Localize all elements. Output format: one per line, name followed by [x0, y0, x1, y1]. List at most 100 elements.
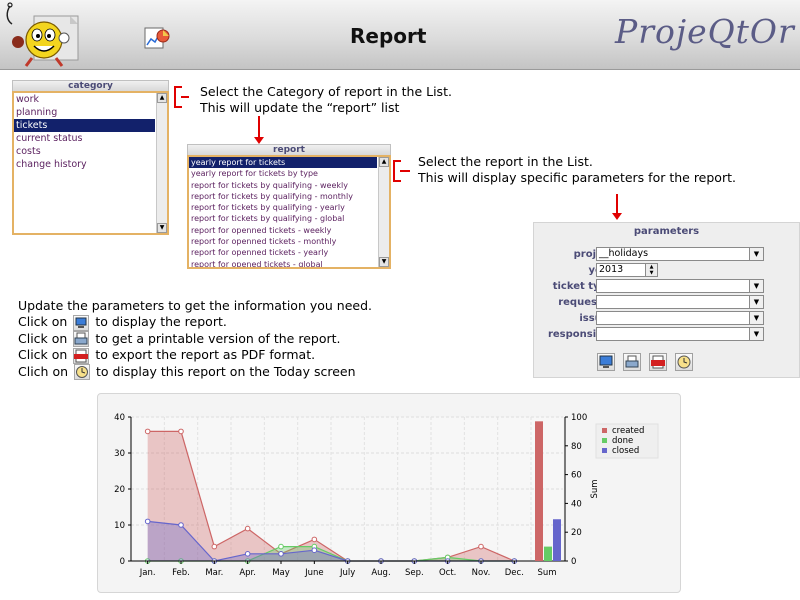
list-item[interactable]: report for tickets by qualifying - month…	[189, 191, 377, 202]
list-item[interactable]: yearly report for tickets	[189, 157, 377, 169]
list-item[interactable]: report for tickets by qualifying - globa…	[189, 213, 377, 224]
x-tick-label: May	[272, 568, 290, 578]
pdf-icon	[73, 347, 90, 364]
x-tick-label: Oct.	[439, 568, 456, 578]
arrow-to-report-list	[254, 116, 264, 144]
y-tick-label: 10	[114, 521, 125, 531]
list-item[interactable]: costs	[14, 145, 155, 158]
instruction-line: Click on to get a printable version of t…	[18, 330, 372, 347]
chevron-down-icon[interactable]: ▼	[749, 248, 763, 260]
parameters-title: parameters	[633, 226, 700, 237]
legend-label-done: done	[612, 436, 633, 446]
data-point-closed	[178, 522, 184, 528]
x-tick-label: Dec.	[505, 568, 524, 578]
param-row-year: year : 2013 ▲ ▼	[534, 263, 799, 278]
sum-category-label: Sum	[537, 568, 556, 578]
param-row-ticket-type: ticket type : ▼	[534, 279, 799, 294]
requestor-select[interactable]: ▼	[596, 295, 764, 309]
category-listbox[interactable]: category work planning tickets current stat…	[12, 80, 169, 235]
report-listbox[interactable]: report yearly report for tickets yearly r…	[187, 144, 391, 269]
list-item[interactable]: report for openned tickets - weekly	[189, 225, 377, 236]
today-clock-icon	[74, 364, 90, 380]
y-tick-label: 0	[120, 557, 125, 567]
list-item[interactable]: planning	[14, 106, 155, 119]
list-item[interactable]: change history	[14, 158, 155, 171]
list-item[interactable]: report for tickets by qualifying - weekl…	[189, 180, 377, 191]
x-tick-label: Apr.	[239, 568, 256, 578]
data-point-created	[244, 525, 251, 532]
chevron-down-icon[interactable]: ▼	[749, 280, 763, 292]
projeqtor-logo-icon[interactable]	[4, 2, 88, 68]
instruction-suffix: to get a printable version of the report…	[95, 330, 341, 346]
x-tick-label: July	[339, 568, 355, 578]
report-list-scrollbar[interactable]: ▲ ▼	[378, 157, 389, 267]
data-point-closed	[278, 551, 284, 557]
printer-icon	[625, 355, 639, 368]
list-item[interactable]: report for openned tickets - monthly	[189, 236, 377, 247]
list-item[interactable]: tickets	[14, 119, 155, 132]
header-bar: Report ProjeQtOr	[0, 0, 800, 70]
year-value: 2013	[599, 264, 624, 275]
instructions-block: Update the parameters to get the informa…	[18, 298, 372, 380]
data-point-closed	[311, 547, 318, 553]
scroll-down-icon[interactable]: ▼	[157, 223, 167, 233]
list-item[interactable]: report for openned tickets - yearly	[189, 247, 377, 258]
print-report-button[interactable]	[623, 353, 641, 371]
monitor-icon	[73, 314, 90, 331]
report-list-header: report	[187, 144, 391, 155]
list-item[interactable]: report for opened tickets - global	[189, 259, 377, 267]
project-value: __holidays	[599, 248, 649, 259]
category-list-header: category	[12, 80, 169, 91]
year-spinner[interactable]: 2013 ▲ ▼	[596, 263, 658, 277]
issuer-select[interactable]: ▼	[596, 311, 764, 325]
data-point-created	[478, 543, 484, 550]
spin-down-icon[interactable]: ▼	[645, 270, 657, 276]
list-item[interactable]: current status	[14, 132, 155, 145]
data-point-created	[211, 543, 218, 550]
instruction-line: Update the parameters to get the informa…	[18, 298, 372, 313]
y-tick-label-right: 0	[571, 557, 576, 567]
list-item[interactable]: work	[14, 93, 155, 106]
responsible-select[interactable]: ▼	[596, 327, 764, 341]
sum-bar-done	[544, 546, 552, 561]
x-tick-label: Mar.	[205, 568, 223, 578]
param-row-project: project : __holidays ▼	[534, 247, 799, 262]
y-tick-label-right: 80	[571, 442, 582, 452]
report-instruction-note: Select the report in the List. This will…	[418, 154, 736, 186]
scroll-up-icon[interactable]: ▲	[157, 93, 167, 103]
category-instruction-note: Select the Category of report in the Lis…	[200, 84, 452, 116]
sum-axis-label: Sum	[590, 479, 600, 498]
y-tick-label-right: 40	[571, 499, 582, 509]
export-pdf-button[interactable]	[649, 353, 667, 371]
instruction-line: Clich on to display this report on the T…	[18, 364, 372, 380]
report-chart-icon	[144, 27, 170, 49]
x-tick-label: Feb.	[172, 568, 190, 578]
list-item[interactable]: yearly report for tickets by type	[189, 168, 377, 179]
param-row-responsible: responsible : ▼	[534, 327, 799, 342]
ticket-type-select[interactable]: ▼	[596, 279, 764, 293]
legend-label-created: created	[612, 426, 644, 436]
instruction-line: Click on to display the report.	[18, 314, 372, 331]
project-select[interactable]: __holidays ▼	[596, 247, 764, 261]
brand-name: ProjeQtOr	[615, 12, 795, 51]
add-to-today-button[interactable]	[675, 353, 693, 371]
category-list-scrollbar[interactable]: ▲ ▼	[156, 93, 167, 233]
param-row-requestor: requestor : ▼	[534, 295, 799, 310]
chevron-down-icon[interactable]: ▼	[749, 328, 763, 340]
instruction-prefix: Click on	[18, 330, 68, 346]
chevron-down-icon[interactable]: ▼	[749, 296, 763, 308]
x-tick-label: Aug.	[371, 568, 390, 578]
data-point-created	[178, 428, 184, 435]
y-tick-label-right: 60	[571, 471, 582, 481]
list-item[interactable]: report for tickets by qualifying - yearl…	[189, 202, 377, 213]
instruction-suffix: to export the report as PDF format.	[95, 347, 316, 362]
chevron-down-icon[interactable]: ▼	[749, 312, 763, 324]
display-report-button[interactable]	[597, 353, 615, 371]
arrow-to-parameters	[612, 194, 622, 220]
data-point-closed	[244, 551, 251, 557]
report-annotation-line	[400, 170, 410, 172]
parameters-panel: parameters project : __holidays ▼ year :…	[533, 222, 800, 378]
scroll-down-icon[interactable]: ▼	[379, 257, 389, 267]
instruction-suffix: to display the report.	[95, 314, 227, 329]
scroll-up-icon[interactable]: ▲	[379, 157, 389, 167]
